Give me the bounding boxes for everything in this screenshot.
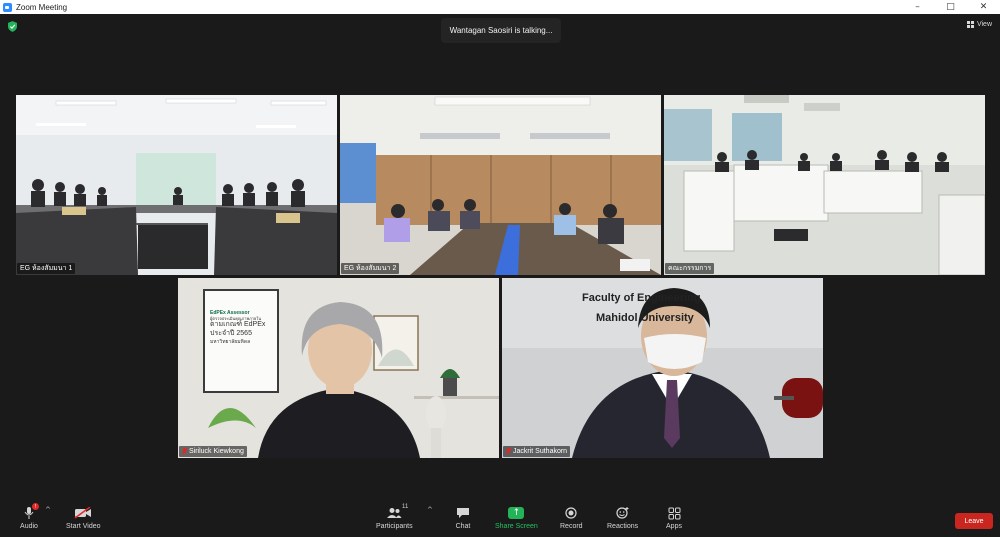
close-button[interactable]: ✕ [967, 0, 1000, 14]
meeting-toolbar: ! Audio ^ Start Video 11 Participants ^ … [0, 500, 1000, 537]
participant-name-tag: คณะกรรมการ [665, 263, 715, 274]
participant-name: EG ห้องสัมมนา 2 [344, 265, 397, 272]
window-controls: – □ ✕ [901, 0, 1000, 14]
audio-warning-badge: ! [32, 503, 39, 510]
minimize-button[interactable]: – [901, 0, 934, 14]
view-button[interactable]: View [966, 21, 992, 28]
participant-name: คณะกรรมการ [668, 265, 712, 272]
share-screen-button[interactable]: ↑ Share Screen [495, 504, 538, 530]
video-tile-seminar-room-1[interactable]: EG ห้องสัมมนา 1 [16, 95, 337, 275]
share-screen-label: Share Screen [495, 523, 538, 530]
backdrop-text: Faculty of Engineering Mahidol Universit… [582, 288, 701, 329]
participants-button[interactable]: 11 Participants [376, 504, 413, 530]
apps-button[interactable]: Apps [663, 504, 685, 530]
poster-line: มหาวิทยาลัยมหิดล [210, 338, 251, 345]
muted-mic-icon [182, 448, 187, 455]
backdrop-line: Mahidol University [596, 312, 694, 325]
record-icon [560, 504, 582, 522]
video-tile-seminar-room-2[interactable]: EG ห้องสัมมนา 2 [340, 95, 661, 275]
video-tile-jackrit-suthakorn[interactable]: Faculty of Engineering Mahidol Universit… [502, 278, 823, 458]
participant-name-tag: EG ห้องสัมมนา 1 [17, 263, 76, 274]
poster-text: EdPEx Assessor ผู้ตรวจประเมินคุณภาพภายใน… [210, 310, 274, 345]
record-label: Record [560, 523, 583, 530]
apps-label: Apps [666, 523, 682, 530]
audio-label: Audio [20, 523, 38, 530]
video-tile-committee[interactable]: คณะกรรมการ [664, 95, 985, 275]
video-frame [664, 95, 985, 275]
participant-name: EG ห้องสัมมนา 1 [20, 265, 73, 272]
muted-mic-icon [506, 448, 511, 455]
reactions-icon [612, 504, 634, 522]
poster-line: ประจำปี 2565 [210, 330, 252, 337]
video-frame [178, 278, 499, 458]
video-frame [16, 95, 337, 275]
shield-icon[interactable] [8, 21, 17, 32]
poster-line: ตามเกณฑ์ EdPEx [210, 321, 266, 329]
chat-label: Chat [455, 523, 471, 530]
video-frame [340, 95, 661, 275]
leave-button[interactable]: Leave [955, 513, 993, 529]
participants-count: 11 [402, 504, 409, 510]
talking-indicator: Wantagan Saosiri is talking... [441, 18, 561, 43]
video-tile-siriluck-kiewkong[interactable]: EdPEx Assessor ผู้ตรวจประเมินคุณภาพภายใน… [178, 278, 499, 458]
view-label: View [976, 21, 992, 28]
participant-name: Jackrit Suthakorn [513, 448, 568, 455]
share-screen-icon: ↑ [505, 504, 527, 522]
participant-name-tag: Siriluck Kiewkong [179, 446, 247, 457]
zoom-app-icon [3, 2, 12, 12]
video-off-icon [72, 504, 94, 522]
start-video-label: Start Video [66, 523, 101, 530]
grid-view-icon [966, 21, 974, 28]
record-button[interactable]: Record [560, 504, 583, 530]
reactions-label: Reactions [607, 523, 639, 530]
chat-button[interactable]: Chat [452, 504, 474, 530]
participant-name-tag: Jackrit Suthakorn [503, 446, 571, 457]
audio-button[interactable]: ! Audio [18, 503, 40, 530]
title-bar: Zoom Meeting – □ ✕ [0, 0, 1000, 14]
microphone-icon: ! [18, 503, 40, 522]
participant-name-tag: EG ห้องสัมมนา 2 [341, 263, 400, 274]
maximize-button[interactable]: □ [934, 0, 967, 14]
participants-options-chevron-icon[interactable]: ^ [427, 506, 433, 514]
start-video-button[interactable]: Start Video [66, 504, 101, 530]
chat-icon [452, 504, 474, 522]
meeting-area: Wantagan Saosiri is talking... View EG ห… [0, 14, 1000, 500]
apps-icon [663, 504, 685, 522]
window-title: Zoom Meeting [16, 2, 68, 12]
reactions-button[interactable]: Reactions [607, 504, 638, 530]
participants-label: Participants [376, 523, 413, 530]
participant-name: Siriluck Kiewkong [189, 448, 244, 455]
audio-options-chevron-icon[interactable]: ^ [45, 506, 51, 514]
participants-icon: 11 [383, 504, 409, 522]
backdrop-line: Faculty of Engineering [582, 292, 701, 304]
